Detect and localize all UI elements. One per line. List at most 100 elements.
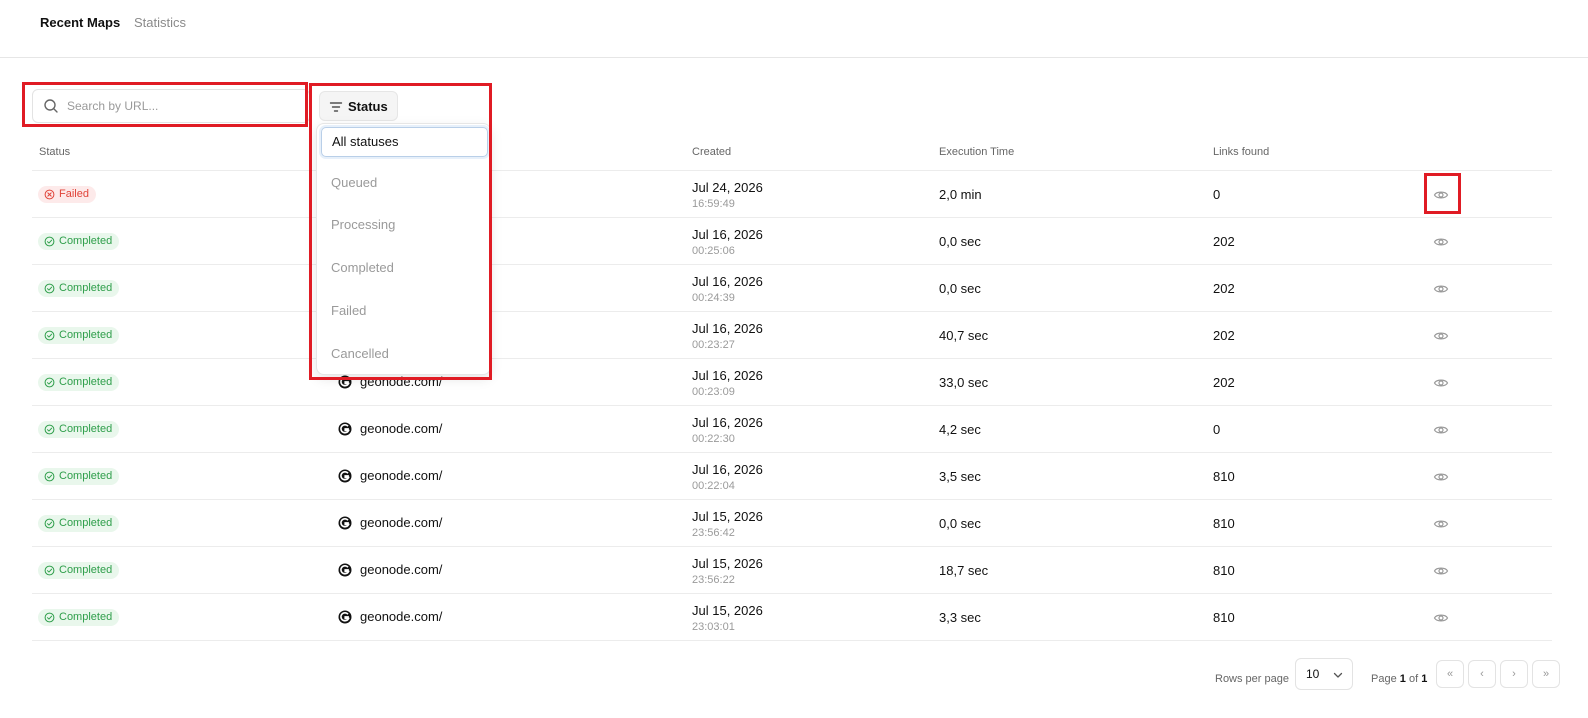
geonode-logo-icon <box>338 610 352 624</box>
check-circle-icon <box>44 612 55 623</box>
last-page-button[interactable]: » <box>1532 660 1560 688</box>
eye-icon[interactable] <box>1433 376 1449 390</box>
tab-statistics[interactable]: Statistics <box>134 15 186 31</box>
created-time: 23:56:42 <box>692 527 735 539</box>
status-badge: Completed <box>38 468 120 485</box>
status-filter-button[interactable]: Status <box>319 91 398 121</box>
table-row[interactable]: Completed Jul 16, 2026 00:24:39 0,0 sec 202 <box>32 264 1552 311</box>
created-time: 00:23:09 <box>692 386 735 398</box>
geonode-logo-icon <box>338 516 352 530</box>
links-found: 810 <box>1213 469 1235 484</box>
status-badge: Completed <box>38 374 120 391</box>
created-time: 00:25:06 <box>692 245 735 257</box>
status-badge: Failed <box>38 186 96 203</box>
status-badge: Completed <box>38 233 120 250</box>
execution-time: 0,0 sec <box>939 281 981 296</box>
tab-recent-maps[interactable]: Recent Maps <box>40 15 120 31</box>
eye-icon[interactable] <box>1433 329 1449 343</box>
status-badge: Completed <box>38 280 120 297</box>
links-found: 810 <box>1213 516 1235 531</box>
links-found: 202 <box>1213 375 1235 390</box>
check-circle-icon <box>44 377 55 388</box>
table-row[interactable]: Completed geonode.com/Jul 16, 2026 00:22:0… <box>32 452 1552 499</box>
table-row[interactable]: Completed geonode.com/Jul 15, 2026 23:03:0… <box>32 593 1552 640</box>
eye-icon[interactable] <box>1433 188 1449 202</box>
table-row[interactable]: Failed Jul 24, 2026 16:59:49 2,0 min 0 <box>32 170 1552 217</box>
created-date: Jul 16, 2026 <box>692 321 763 336</box>
execution-time: 4,2 sec <box>939 422 981 437</box>
status-option-all[interactable]: All statuses <box>321 127 488 157</box>
rows-per-page-select[interactable]: 10 <box>1295 658 1353 690</box>
created-date: Jul 16, 2026 <box>692 415 763 430</box>
first-page-button[interactable]: « <box>1436 660 1464 688</box>
column-header-links-found: Links found <box>1213 146 1270 158</box>
page-indicator: Page 1 of 1 <box>1371 673 1428 685</box>
table-row[interactable]: Completed geonode.com/Jul 15, 2026 23:56:4… <box>32 499 1552 546</box>
status-option-processing[interactable]: Processing <box>321 210 488 240</box>
next-page-button[interactable]: › <box>1500 660 1528 688</box>
links-found: 202 <box>1213 281 1235 296</box>
status-badge-label: Completed <box>59 282 113 294</box>
status-dropdown-menu: All statuses Queued Processing Completed… <box>316 123 491 375</box>
tab-bar: Recent Maps Statistics <box>0 0 1588 58</box>
execution-time: 3,3 sec <box>939 610 981 625</box>
status-badge-label: Completed <box>59 423 113 435</box>
status-option-queued[interactable]: Queued <box>321 168 488 198</box>
table-row[interactable]: Completed Jul 16, 2026 00:23:27 40,7 sec 202 <box>32 311 1552 358</box>
status-badge-label: Completed <box>59 235 113 247</box>
table-row[interactable]: Completed geonode.com/Jul 15, 2026 23:56:2… <box>32 546 1552 593</box>
links-found: 810 <box>1213 563 1235 578</box>
table-bottom-divider <box>32 640 1552 641</box>
table-row[interactable]: Completed geonode.com/Jul 16, 2026 00:23:0… <box>32 358 1552 405</box>
status-option-completed[interactable]: Completed <box>321 253 488 283</box>
status-badge-label: Completed <box>59 470 113 482</box>
eye-icon[interactable] <box>1433 423 1449 437</box>
url-text: geonode.com/ <box>360 468 443 483</box>
status-badge-label: Completed <box>59 376 113 388</box>
status-filter-label: Status <box>348 99 388 114</box>
url-text: geonode.com/ <box>360 515 443 530</box>
check-circle-icon <box>44 565 55 576</box>
eye-icon[interactable] <box>1433 470 1449 484</box>
eye-icon[interactable] <box>1433 611 1449 625</box>
created-time: 23:56:22 <box>692 574 735 586</box>
search-box <box>32 89 310 123</box>
filter-icon <box>329 102 343 112</box>
status-option-failed[interactable]: Failed <box>321 296 488 326</box>
created-date: Jul 15, 2026 <box>692 509 763 524</box>
column-header-created: Created <box>692 146 732 158</box>
check-circle-icon <box>44 518 55 529</box>
created-time: 00:24:39 <box>692 292 735 304</box>
eye-icon[interactable] <box>1433 282 1449 296</box>
status-badge-label: Completed <box>59 329 113 341</box>
eye-icon[interactable] <box>1433 517 1449 531</box>
status-badge-label: Completed <box>59 564 113 576</box>
check-circle-icon <box>44 330 55 341</box>
previous-page-button[interactable]: ‹ <box>1468 660 1496 688</box>
geonode-logo-icon <box>338 422 352 436</box>
links-found: 0 <box>1213 422 1221 437</box>
status-badge: Completed <box>38 562 120 579</box>
column-header-status: Status <box>39 146 71 158</box>
search-input[interactable] <box>67 90 303 122</box>
status-option-cancelled[interactable]: Cancelled <box>321 339 488 369</box>
table-row[interactable]: Completed geonode.com/Jul 16, 2026 00:22:3… <box>32 405 1552 452</box>
chevron-down-icon <box>1333 672 1343 678</box>
table-row[interactable]: Completed Jul 16, 2026 00:25:06 0,0 sec 202 <box>32 217 1552 264</box>
created-time: 00:22:04 <box>692 480 735 492</box>
url-text: geonode.com/ <box>360 374 443 389</box>
url-text: geonode.com/ <box>360 609 443 624</box>
links-found: 0 <box>1213 187 1221 202</box>
status-badge-label: Completed <box>59 517 113 529</box>
execution-time: 0,0 sec <box>939 234 981 249</box>
eye-icon[interactable] <box>1433 564 1449 578</box>
execution-time: 40,7 sec <box>939 328 989 343</box>
check-circle-icon <box>44 471 55 482</box>
created-date: Jul 15, 2026 <box>692 603 763 618</box>
eye-icon[interactable] <box>1433 235 1449 249</box>
execution-time: 0,0 sec <box>939 516 981 531</box>
status-badge: Completed <box>38 609 120 626</box>
geonode-logo-icon <box>338 375 352 389</box>
rows-per-page-value: 10 <box>1306 667 1320 681</box>
links-found: 202 <box>1213 328 1235 343</box>
